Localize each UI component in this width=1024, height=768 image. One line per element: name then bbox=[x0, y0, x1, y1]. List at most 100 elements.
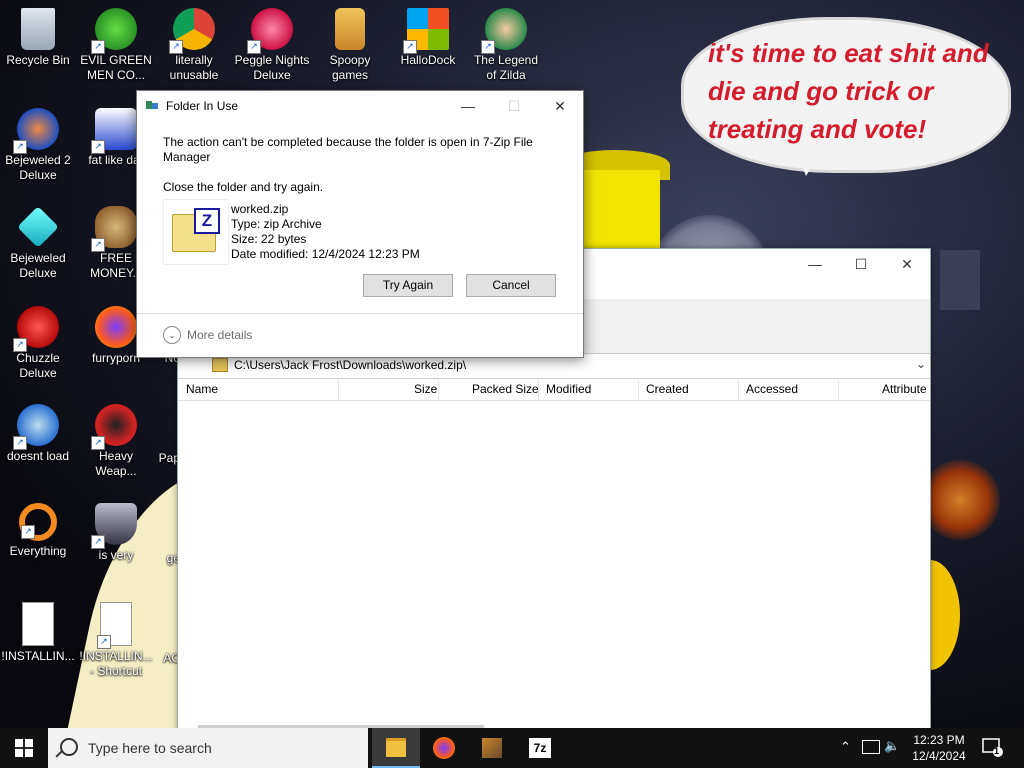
file-size: Size: 22 bytes bbox=[231, 232, 307, 246]
close-button[interactable]: ✕ bbox=[884, 249, 930, 279]
zip-column-headers: Name Size Packed Size Modified Created A… bbox=[178, 378, 930, 401]
dialog-minimize-button[interactable]: — bbox=[445, 91, 491, 121]
search-placeholder: Type here to search bbox=[88, 740, 212, 756]
shortcut-arrow-icon: ↗ bbox=[247, 40, 261, 54]
shortcut-arrow-icon: ↗ bbox=[21, 525, 35, 539]
file-info: worked.zip Type: zip Archive Size: 22 by… bbox=[231, 202, 420, 262]
speech-bubble-text: it's time to eat shit and die and go tri… bbox=[708, 38, 989, 144]
desktop-icon-chuzzle[interactable]: ↗ Chuzzle Deluxe bbox=[0, 300, 76, 381]
notification-center-button[interactable]: 1 bbox=[982, 736, 1004, 758]
windows-logo-icon: ↗ bbox=[403, 8, 449, 54]
green-men-icon: ↗ bbox=[91, 8, 137, 54]
recycle-bin-icon bbox=[21, 8, 55, 50]
text-file-icon bbox=[22, 602, 54, 646]
desktop-icon-recycle-bin[interactable]: Recycle Bin bbox=[0, 2, 76, 68]
minimize-button[interactable]: — bbox=[792, 249, 838, 279]
desktop-icon-partial-pap[interactable]: Pap bbox=[140, 451, 180, 466]
7zip-logo-icon: 7z bbox=[529, 738, 551, 758]
desktop-icon-partial-ac[interactable]: AC bbox=[140, 651, 180, 666]
cancel-button[interactable]: Cancel bbox=[466, 274, 556, 297]
column-accessed[interactable]: Accessed bbox=[746, 382, 798, 396]
folder-in-use-dialog[interactable]: Folder In Use — ☐ ✕ The action can't be … bbox=[136, 90, 584, 358]
column-created[interactable]: Created bbox=[646, 382, 689, 396]
shortcut-arrow-icon: ↗ bbox=[403, 40, 417, 54]
network-icon[interactable] bbox=[862, 740, 880, 754]
column-size[interactable]: Size bbox=[414, 382, 437, 396]
desktop-icon-partial-ge[interactable]: ge bbox=[140, 551, 180, 566]
try-again-button[interactable]: Try Again bbox=[363, 274, 453, 297]
desktop-icon-spoopy-games[interactable]: Spoopy games bbox=[312, 2, 388, 83]
chuzzle-icon: ↗ bbox=[13, 306, 59, 352]
dialog-message: The action can't be completed because th… bbox=[163, 135, 533, 164]
volume-icon[interactable]: 🔈 bbox=[884, 738, 900, 754]
desktop-icon-thunderbird[interactable]: ↗ doesnt load bbox=[0, 398, 76, 464]
search-icon bbox=[60, 738, 78, 756]
start-button[interactable] bbox=[0, 728, 48, 768]
folder-icon bbox=[212, 358, 228, 372]
firefox-icon bbox=[433, 737, 455, 759]
desktop-icon-installing[interactable]: !INSTALLIN... bbox=[0, 596, 76, 664]
desktop-icon-everything[interactable]: ↗ Everything bbox=[0, 497, 76, 559]
shortcut-arrow-icon: ↗ bbox=[91, 535, 105, 549]
shortcut-arrow-icon: ↗ bbox=[91, 40, 105, 54]
taskbar-file-explorer[interactable] bbox=[372, 728, 420, 768]
diamond-icon bbox=[17, 206, 59, 248]
7zip-logo-icon: Z bbox=[194, 208, 220, 234]
bejeweled2-icon: ↗ bbox=[13, 108, 59, 154]
shortcut-arrow-icon: ↗ bbox=[91, 140, 105, 154]
app-icon bbox=[482, 738, 502, 758]
desktop-icon-bejeweled-2[interactable]: ↗ Bejeweled 2 Deluxe bbox=[0, 102, 76, 183]
column-modified[interactable]: Modified bbox=[546, 382, 591, 396]
notification-count: 1 bbox=[994, 746, 1000, 756]
dialog-maximize-button: ☐ bbox=[507, 98, 521, 114]
peggle-icon: ↗ bbox=[247, 8, 293, 54]
maximize-button[interactable]: ☐ bbox=[838, 249, 884, 279]
taskbar: Type here to search 7z ⌃ 🔈 12:23 PM 12/4… bbox=[0, 728, 1024, 768]
chevron-down-icon[interactable]: ⌄ bbox=[916, 357, 926, 371]
money-bag-icon: ↗ bbox=[91, 206, 137, 252]
folder-transfer-icon bbox=[146, 101, 158, 109]
desktop-icon-evil-green-men[interactable]: ↗ EVIL GREEN MEN CO... bbox=[78, 2, 154, 83]
zip-path: C:\Users\Jack Frost\Downloads\worked.zip… bbox=[234, 358, 467, 372]
file-explorer-icon bbox=[386, 738, 406, 757]
wallpaper-church bbox=[940, 250, 980, 310]
shortcut-arrow-icon: ↗ bbox=[169, 40, 183, 54]
taskbar-7zip[interactable]: 7z bbox=[516, 728, 564, 768]
chevron-up-icon[interactable]: ⌃ bbox=[840, 739, 851, 755]
desktop-icon-bejeweled[interactable]: Bejeweled Deluxe bbox=[0, 200, 76, 281]
column-attributes[interactable]: Attribute bbox=[882, 382, 927, 396]
column-separator bbox=[538, 378, 539, 400]
shortcut-arrow-icon: ↗ bbox=[97, 635, 111, 649]
clock-date: 12/4/2024 bbox=[912, 749, 966, 763]
column-packed-size[interactable]: Packed Size bbox=[472, 382, 539, 396]
radiation-icon: ↗ bbox=[91, 404, 137, 450]
taskbar-app[interactable] bbox=[468, 728, 516, 768]
more-details-toggle[interactable]: More details bbox=[187, 328, 252, 342]
taskbar-clock[interactable]: 12:23 PM 12/4/2024 bbox=[904, 732, 974, 764]
text-file-icon: ↗ bbox=[97, 602, 132, 649]
dialog-close-button[interactable]: ✕ bbox=[537, 91, 583, 121]
mp-icon: ↗ bbox=[91, 108, 137, 154]
desktop-icon-heavy-weapon[interactable]: ↗ Heavy Weap... bbox=[78, 398, 154, 479]
dialog-title-bar[interactable]: Folder In Use — ☐ ✕ bbox=[137, 91, 583, 121]
desktop-icon-installing-shortcut[interactable]: ↗ !INSTALLIN... - Shortcut bbox=[78, 596, 154, 679]
desktop-icon-hallodock[interactable]: ↗ HalloDock bbox=[390, 2, 466, 68]
everything-search-icon: ↗ bbox=[19, 503, 57, 541]
wallpaper-fire bbox=[920, 460, 1000, 540]
desktop-icon-literally-unusable[interactable]: ↗ literally unusable bbox=[156, 2, 232, 83]
spoopy-folder-icon bbox=[335, 8, 365, 50]
chevron-down-icon[interactable]: ⌄ bbox=[163, 326, 181, 344]
taskbar-firefox[interactable] bbox=[420, 728, 468, 768]
column-name[interactable]: Name bbox=[186, 382, 218, 396]
taskbar-search-box[interactable]: Type here to search bbox=[48, 728, 368, 768]
column-separator bbox=[838, 378, 839, 400]
clock-time: 12:23 PM bbox=[913, 733, 965, 747]
shortcut-arrow-icon: ↗ bbox=[91, 436, 105, 450]
zilda-icon: ↗ bbox=[481, 8, 527, 54]
desktop-icon-legend-of-zilda[interactable]: ↗ The Legend of Zilda bbox=[468, 2, 544, 83]
shortcut-arrow-icon: ↗ bbox=[13, 140, 27, 154]
desktop-icon-peggle[interactable]: ↗ Peggle Nights Deluxe bbox=[234, 2, 310, 83]
shield-icon: ↗ bbox=[91, 503, 137, 549]
system-tray: ⌃ 🔈 bbox=[836, 728, 902, 768]
dialog-subtext: Close the folder and try again. bbox=[163, 180, 324, 194]
